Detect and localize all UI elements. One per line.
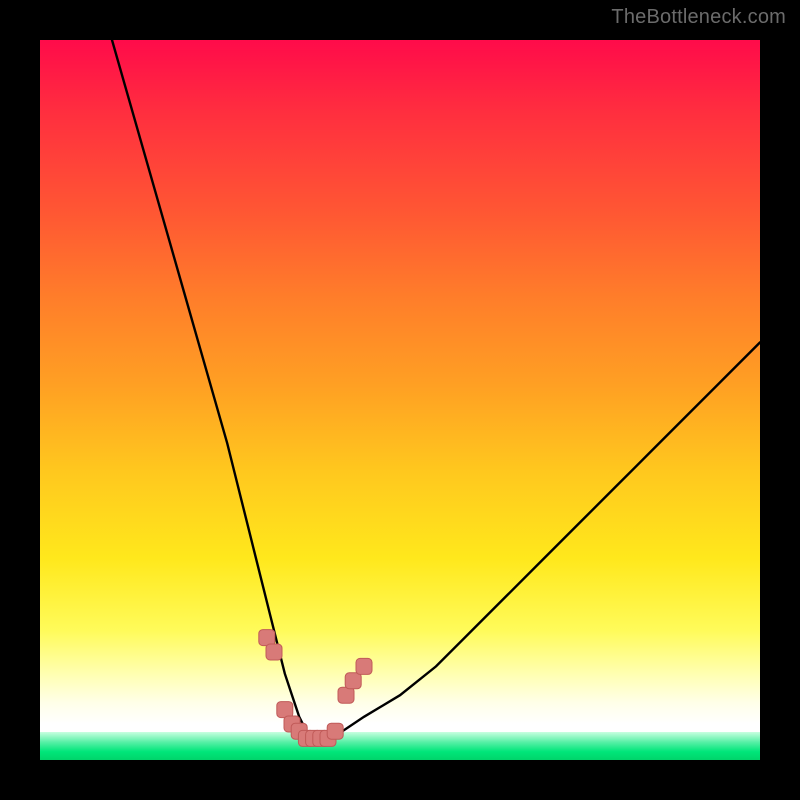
curve-layer	[40, 40, 760, 760]
curve-marker	[259, 630, 275, 646]
curve-marker	[277, 702, 293, 718]
curve-marker	[356, 658, 372, 674]
watermark-text: TheBottleneck.com	[611, 6, 786, 29]
plot-area	[40, 40, 760, 760]
curve-marker	[327, 723, 343, 739]
outer-frame: TheBottleneck.com	[0, 0, 800, 800]
curve-marker	[345, 673, 361, 689]
curve-marker	[338, 687, 354, 703]
marker-group	[259, 630, 372, 747]
bottleneck-curve	[112, 40, 760, 738]
curve-marker	[266, 644, 282, 660]
